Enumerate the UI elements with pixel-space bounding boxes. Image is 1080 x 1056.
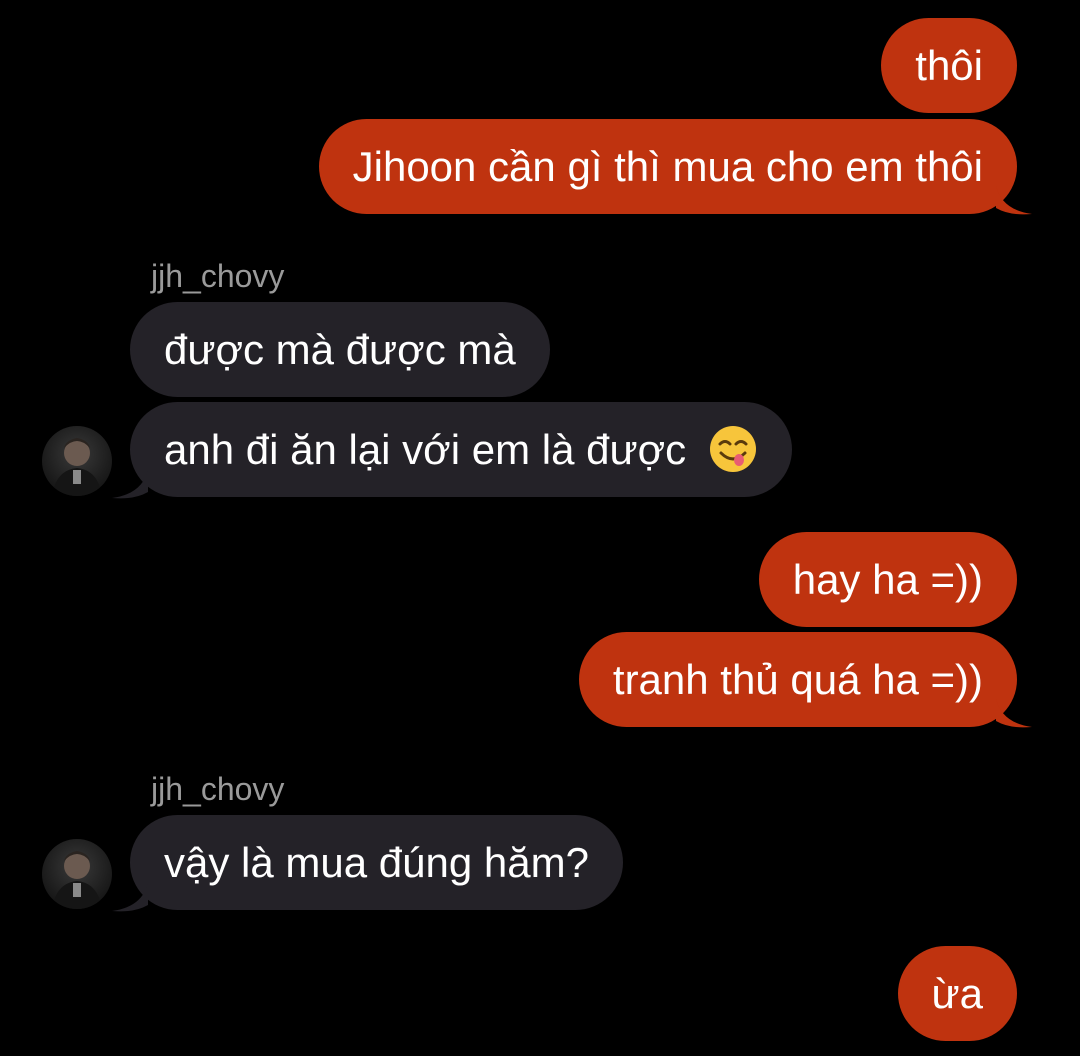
message-bubble-outgoing[interactable]: tranh thủ quá ha =)) xyxy=(578,632,1017,727)
message-bubble-incoming[interactable]: vậy là mua đúng hăm? xyxy=(130,815,623,910)
message-bubble-outgoing[interactable]: ừa xyxy=(897,946,1017,1041)
message-text: anh đi ăn lại với em là được xyxy=(164,426,687,473)
message-text: ừa xyxy=(931,970,983,1017)
message-bubble-outgoing[interactable]: Jihoon cần gì thì mua cho em thôi xyxy=(318,119,1017,214)
bubble-tail-outgoing xyxy=(996,186,1032,215)
message-text: vậy là mua đúng hăm? xyxy=(164,839,589,886)
message-bubble-incoming[interactable]: anh đi ăn lại với em là được xyxy=(130,402,792,497)
message-text: được mà được mà xyxy=(164,326,516,373)
person-avatar-icon xyxy=(52,438,102,496)
message-bubble-incoming[interactable]: được mà được mà xyxy=(130,302,550,397)
sender-name: jjh_chovy xyxy=(151,258,285,294)
message-bubble-outgoing[interactable]: hay ha =)) xyxy=(758,532,1017,627)
sender-name: jjh_chovy xyxy=(151,771,285,807)
message-text: tranh thủ quá ha =)) xyxy=(612,656,983,703)
message-bubble-outgoing[interactable]: thôi xyxy=(881,18,1017,113)
yum-face-emoji xyxy=(709,425,756,472)
message-text: thôi xyxy=(915,42,983,89)
bubble-tail-incoming xyxy=(112,883,148,912)
message-text: hay ha =)) xyxy=(792,556,983,603)
avatar[interactable] xyxy=(42,426,112,496)
avatar[interactable] xyxy=(42,839,112,909)
person-avatar-icon xyxy=(52,851,102,909)
bubble-tail-outgoing xyxy=(996,699,1032,728)
bubble-tail-incoming xyxy=(112,470,148,499)
message-text: Jihoon cần gì thì mua cho em thôi xyxy=(352,143,983,190)
